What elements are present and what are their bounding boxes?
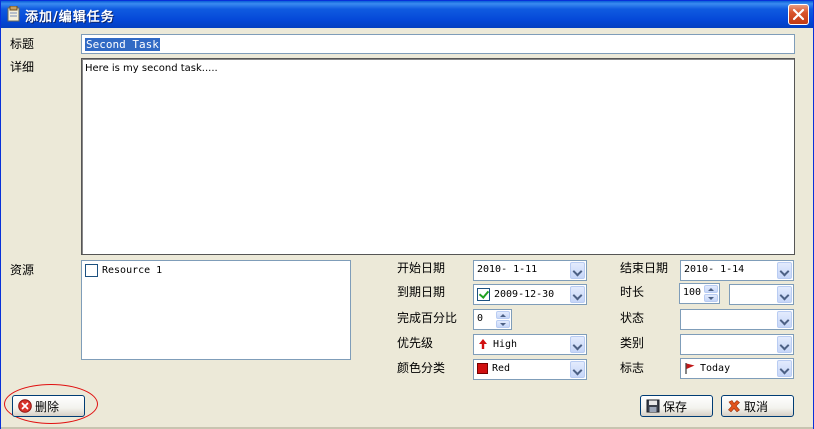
start-date-value: 2010- 1-11 [477, 264, 538, 275]
save-button-label: 保存 [663, 399, 688, 414]
color-category-select[interactable]: Red [473, 359, 587, 380]
detail-textarea-value: Here is my second task..... [85, 63, 218, 74]
resource-list[interactable]: Resource 1 [81, 260, 351, 360]
title-bar[interactable]: 添加/编辑任务 [1, 1, 813, 28]
notepad-icon [7, 6, 20, 22]
chevron-down-icon[interactable] [777, 336, 792, 353]
category-label: 类别 [620, 336, 645, 350]
arrow-up-icon [479, 339, 487, 349]
chevron-down-icon[interactable] [777, 286, 792, 303]
priority-label: 优先级 [397, 336, 434, 350]
start-date-label: 开始日期 [397, 261, 446, 275]
cancel-button-label: 取消 [744, 399, 769, 414]
flag-icon [685, 363, 695, 374]
chevron-down-icon[interactable] [777, 311, 792, 328]
save-button[interactable]: 保存 [640, 395, 713, 417]
title-input[interactable]: Second Task [81, 34, 795, 54]
spin-down-icon[interactable] [704, 294, 718, 302]
due-date-checkbox[interactable] [477, 288, 490, 301]
due-date-picker[interactable]: 2009-12-30 [473, 284, 587, 305]
chevron-down-icon[interactable] [570, 361, 585, 378]
end-date-value: 2010- 1-14 [684, 264, 745, 275]
start-date-picker[interactable]: 2010- 1-11 [473, 260, 587, 281]
duration-value: 100 [683, 287, 702, 298]
duration-label: 时长 [620, 285, 645, 299]
floppy-disk-icon [646, 399, 660, 413]
percent-complete-stepper[interactable]: 0 [473, 309, 512, 330]
chevron-down-icon[interactable] [777, 262, 792, 279]
chevron-down-icon[interactable] [570, 286, 585, 303]
resource-label: 资源 [10, 263, 35, 277]
duration-stepper[interactable]: 100 [679, 283, 720, 304]
cancel-button[interactable]: 取消 [721, 395, 794, 417]
priority-value: High [493, 338, 518, 350]
spin-up-icon[interactable] [704, 285, 718, 293]
flag-value: Today [700, 363, 731, 374]
flag-select[interactable]: Today [680, 358, 794, 379]
close-icon [792, 8, 805, 21]
percent-complete-value: 0 [477, 313, 484, 324]
flag-label: 标志 [620, 361, 645, 375]
color-category-label: 颜色分类 [397, 361, 446, 375]
title-label: 标题 [10, 37, 35, 51]
end-date-label: 结束日期 [620, 261, 669, 275]
end-date-picker[interactable]: 2010- 1-14 [680, 260, 794, 281]
chevron-down-icon[interactable] [570, 262, 585, 279]
title-input-value: Second Task [85, 38, 160, 51]
detail-label: 详细 [10, 60, 35, 74]
close-button[interactable] [788, 4, 809, 25]
resource-item-label: Resource 1 [102, 265, 163, 276]
delete-button[interactable]: 删除 [12, 395, 85, 417]
chevron-down-icon[interactable] [777, 360, 792, 377]
status-select[interactable] [680, 309, 794, 330]
due-date-value: 2009-12-30 [494, 289, 555, 300]
status-label: 状态 [620, 311, 645, 325]
detail-textarea[interactable]: Here is my second task..... [81, 58, 795, 255]
cancel-x-icon [728, 400, 740, 413]
list-item[interactable]: Resource 1 [85, 264, 162, 277]
priority-select[interactable]: High [473, 334, 587, 355]
task-edit-dialog: 添加/编辑任务 标题 Second Task 详细 Here is my sec… [0, 0, 814, 429]
window-title: 添加/编辑任务 [25, 10, 115, 25]
due-date-label: 到期日期 [397, 285, 446, 299]
delete-button-label: 删除 [35, 399, 60, 414]
duration-unit-select[interactable] [729, 284, 794, 305]
color-category-value: Red [492, 363, 511, 374]
percent-complete-label: 完成百分比 [397, 311, 458, 325]
category-select[interactable] [680, 334, 794, 355]
spin-down-icon[interactable] [496, 320, 510, 328]
red-square-icon [477, 363, 488, 374]
spin-up-icon[interactable] [496, 311, 510, 319]
delete-icon [18, 399, 32, 413]
chevron-down-icon[interactable] [570, 336, 585, 353]
resource-checkbox[interactable] [85, 264, 98, 277]
